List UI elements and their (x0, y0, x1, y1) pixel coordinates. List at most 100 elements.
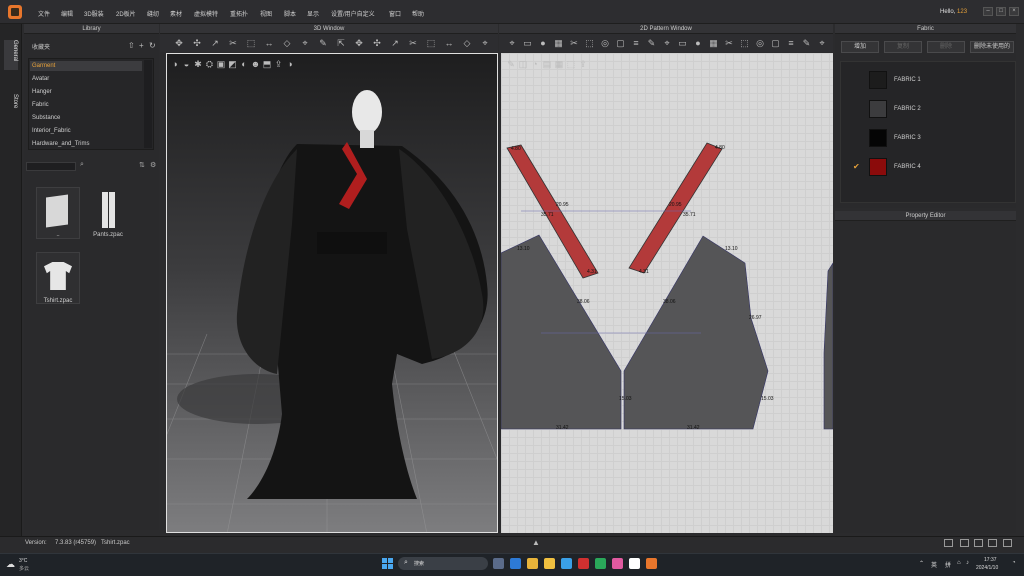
maximize-button[interactable]: □ (996, 7, 1006, 16)
3d-tool-icon[interactable]: ↔ (264, 38, 274, 48)
2d-tool-icon[interactable]: ✎ (647, 38, 657, 48)
taskbar-app-icon[interactable] (612, 558, 623, 569)
library-item[interactable]: Interior_Fabric (32, 126, 71, 136)
library-item[interactable]: Hanger (32, 87, 52, 97)
taskbar-app-icon[interactable] (646, 558, 657, 569)
network-icon[interactable]: ⌂ (957, 560, 961, 566)
close-button[interactable]: × (1009, 7, 1019, 16)
search-icon[interactable]: ⌕ (80, 161, 84, 169)
taskbar-app-icon[interactable] (578, 558, 589, 569)
menu-item[interactable]: 脚本 (284, 9, 296, 18)
2d-view-tool-icon[interactable]: ⬚ (566, 59, 576, 69)
2d-view-tool-icon[interactable]: ⇪ (578, 59, 588, 69)
2d-tool-icon[interactable]: ▢ (616, 38, 626, 48)
3d-tool-icon[interactable]: ◇ (282, 38, 292, 48)
tray-chevron-icon[interactable]: ⌃ (919, 560, 924, 567)
2d-tool-icon[interactable]: ▢ (771, 38, 781, 48)
3d-viewport[interactable] (166, 53, 498, 533)
weather-icon[interactable]: ☁ (6, 559, 15, 570)
3d-tool-icon[interactable]: ◇ (462, 38, 472, 48)
library-item[interactable]: Substance (32, 113, 60, 123)
taskbar-app-icon[interactable] (544, 558, 555, 569)
menu-item[interactable]: 显示 (307, 9, 319, 18)
2d-view-tool-icon[interactable]: ◔ (530, 59, 540, 69)
volume-icon[interactable]: ♪ (966, 560, 969, 566)
2d-tool-icon[interactable]: ◎ (600, 38, 610, 48)
2d-tool-icon[interactable]: ⌖ (662, 38, 672, 48)
minimize-button[interactable]: – (983, 7, 993, 16)
add-fabric-button[interactable]: 增加 (841, 41, 879, 53)
fabric-item[interactable]: FABRIC 3 (843, 125, 1011, 151)
refresh-icon[interactable]: ↻ (149, 41, 156, 50)
taskbar-app-icon[interactable] (561, 558, 572, 569)
menu-item[interactable]: 编辑 (61, 9, 73, 18)
2d-view-tool-icon[interactable]: ▤ (542, 59, 552, 69)
user-greeting[interactable]: Hello, 123 (940, 9, 967, 15)
2d-tool-icon[interactable]: ⌖ (507, 38, 517, 48)
library-search-input[interactable] (26, 162, 76, 171)
notification-icon[interactable]: ◔ (1012, 560, 1016, 566)
3d-tool-icon[interactable]: ✥ (174, 38, 184, 48)
taskbar-app-icon[interactable] (629, 558, 640, 569)
2d-tool-icon[interactable]: ▦ (554, 38, 564, 48)
2d-viewport[interactable]: 4.80 4.80 20.95 20.95 35.71 35.71 13.10 … (501, 53, 833, 533)
2d-tool-icon[interactable]: ⬚ (585, 38, 595, 48)
upload-icon[interactable]: ⇧ (128, 41, 135, 50)
taskbar-app-icon[interactable] (595, 558, 606, 569)
2d-tool-icon[interactable]: ▭ (678, 38, 688, 48)
2d-tool-icon[interactable]: ≡ (631, 38, 641, 48)
3d-tool-icon[interactable]: ↗ (390, 38, 400, 48)
menu-item[interactable]: 窗口 (389, 9, 401, 18)
3d-view-tool-icon[interactable]: ◐ (239, 59, 249, 69)
tab-general[interactable]: General (4, 40, 18, 70)
3d-tool-icon[interactable]: ⌖ (480, 38, 490, 48)
3d-tool-icon[interactable]: ✂ (408, 38, 418, 48)
3d-tool-icon[interactable]: ↔ (444, 38, 454, 48)
menu-item[interactable]: 缝纫 (147, 9, 159, 18)
menu-item[interactable]: 虚拟模特 (194, 9, 218, 18)
2d-tool-icon[interactable]: ◎ (755, 38, 765, 48)
2d-tool-icon[interactable]: ✂ (724, 38, 734, 48)
layout-icon[interactable] (988, 539, 997, 547)
3d-tool-icon[interactable]: ⬚ (426, 38, 436, 48)
3d-view-tool-icon[interactable]: ◑ (285, 59, 295, 69)
2d-view-tool-icon[interactable]: ▦ (554, 59, 564, 69)
ime-lang[interactable]: 英 (931, 560, 937, 569)
2d-tool-icon[interactable]: ⬚ (740, 38, 750, 48)
sort-icon[interactable]: ⇅ (139, 161, 145, 169)
2d-view-tool-icon[interactable]: ✎ (506, 59, 516, 69)
tab-store[interactable]: Store (4, 94, 18, 116)
fabric-item[interactable]: FABRIC 2 (843, 96, 1011, 122)
menu-item[interactable]: 素材 (170, 9, 182, 18)
menu-item[interactable]: 文件 (38, 9, 50, 18)
taskbar-app-icon[interactable] (510, 558, 521, 569)
2d-tool-icon[interactable]: ✎ (802, 38, 812, 48)
3d-tool-icon[interactable]: ✎ (318, 38, 328, 48)
2d-tool-icon[interactable]: ● (693, 38, 703, 48)
library-item[interactable]: Garment (30, 61, 142, 71)
3d-view-tool-icon[interactable]: ◒ (182, 59, 192, 69)
taskbar-app-icon[interactable] (527, 558, 538, 569)
layout-icon[interactable] (960, 539, 969, 547)
3d-tool-icon[interactable]: ✂ (228, 38, 238, 48)
3d-view-tool-icon[interactable]: ◩ (228, 59, 238, 69)
layout-icon[interactable] (974, 539, 983, 547)
2d-tool-icon[interactable]: ● (538, 38, 548, 48)
2d-tool-icon[interactable]: ≡ (786, 38, 796, 48)
expand-up-icon[interactable]: ▲ (532, 538, 540, 547)
3d-tool-icon[interactable]: ✥ (354, 38, 364, 48)
add-icon[interactable]: + (139, 41, 144, 50)
fabric-item[interactable]: FABRIC 1 (843, 67, 1011, 93)
menu-item[interactable]: 视图 (260, 9, 272, 18)
2d-tool-icon[interactable]: ⌖ (817, 38, 827, 48)
3d-view-tool-icon[interactable]: ▣ (216, 59, 226, 69)
menu-item[interactable]: 2D板片 (116, 9, 136, 18)
layout-icon[interactable] (1003, 539, 1012, 547)
layout-icon[interactable] (944, 539, 953, 547)
3d-view-tool-icon[interactable]: ☻ (251, 59, 261, 69)
3d-view-tool-icon[interactable]: ⛭ (205, 59, 215, 69)
copy-fabric-button[interactable]: 复制 (884, 41, 922, 53)
taskbar-search[interactable] (398, 557, 488, 570)
library-item[interactable]: Avatar (32, 74, 49, 84)
3d-view-tool-icon[interactable]: ⬒ (262, 59, 272, 69)
